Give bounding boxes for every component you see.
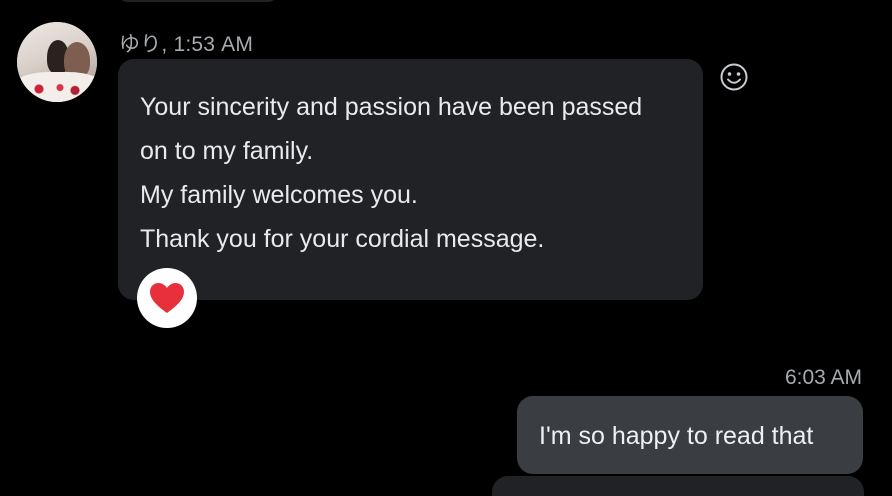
heart-icon <box>150 283 184 313</box>
incoming-message-bubble[interactable]: Your sincerity and passion have been pas… <box>118 59 703 300</box>
next-message-bubble-edge <box>492 476 864 496</box>
message-line: on to my family. <box>140 137 314 165</box>
outgoing-timestamp: 6:03 AM <box>784 366 862 389</box>
previous-message-bubble-edge <box>118 0 278 2</box>
message-line: Thank you for your cordial message. <box>140 225 545 253</box>
message-line: My family welcomes you. <box>140 181 418 209</box>
outgoing-message-bubble[interactable]: I'm so happy to read that <box>517 396 863 474</box>
smiley-icon <box>720 63 748 91</box>
sender-name-time: ゆり, 1:53 AM <box>119 33 254 56</box>
add-reaction-button[interactable] <box>718 61 750 93</box>
heart-reaction-badge[interactable] <box>137 268 197 328</box>
message-line: Your sincerity and passion have been pas… <box>140 93 643 121</box>
sender-avatar[interactable] <box>17 22 97 102</box>
